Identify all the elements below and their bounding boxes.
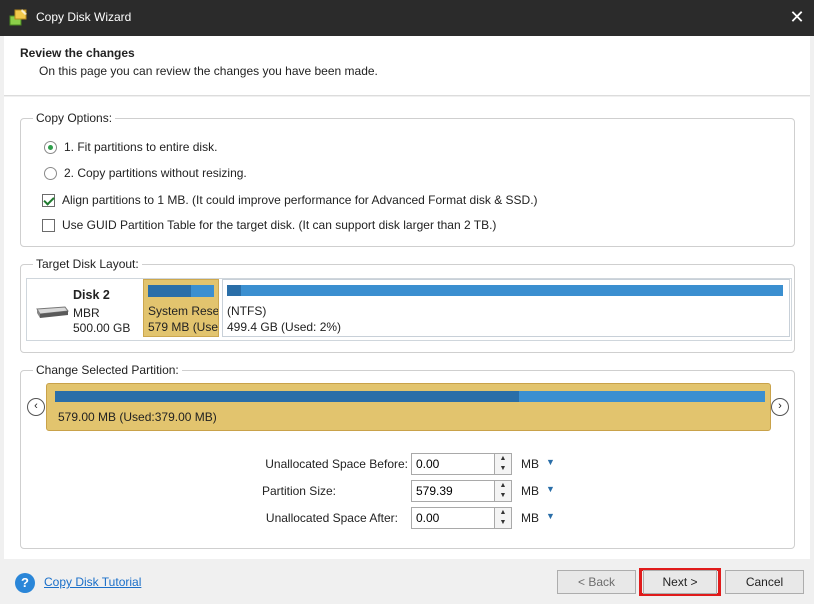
unit-label: MB: [521, 511, 539, 525]
scroll-left-button[interactable]: ‹: [27, 398, 45, 416]
partition-label: (NTFS): [227, 304, 267, 318]
partition-usage-bar: [227, 285, 783, 296]
unit-label: MB: [521, 457, 539, 471]
option-align-1mb[interactable]: Align partitions to 1 MB. (It could impr…: [42, 193, 538, 207]
unallocated-before-stepper[interactable]: ▲ ▼: [495, 453, 512, 475]
disk-size: 500.00 GB: [73, 321, 131, 335]
page-subtitle: On this page you can review the changes …: [39, 64, 378, 78]
unit-dropdown-icon[interactable]: ▼: [546, 484, 555, 494]
partition-size-input[interactable]: [411, 480, 495, 502]
partition-size-row: Partition Size: ▲ ▼ MB ▼: [4, 480, 810, 502]
partition-system-reserved[interactable]: System Rese 579 MB (Use: [143, 279, 219, 337]
unallocated-before-row: Unallocated Space Before: ▲ ▼ MB ▼: [4, 453, 810, 475]
partition-size: 499.4 GB (Used: 2%): [227, 320, 342, 334]
cancel-button[interactable]: Cancel: [725, 570, 804, 594]
back-button[interactable]: < Back: [557, 570, 636, 594]
target-disk-layout-legend: Target Disk Layout:: [36, 257, 139, 271]
chevron-right-icon: ›: [778, 400, 782, 412]
hard-disk-icon: [36, 306, 69, 318]
selected-partition-usage-bar: [55, 391, 765, 402]
no-resize-label: 2. Copy partitions without resizing.: [64, 166, 247, 180]
partition-size: 579 MB (Use: [148, 320, 219, 334]
unit-dropdown-icon[interactable]: ▼: [546, 457, 555, 467]
spin-down-icon[interactable]: ▼: [495, 464, 511, 474]
close-button[interactable]: ✕: [780, 0, 814, 36]
copy-options-legend: Copy Options:: [36, 111, 113, 125]
unallocated-before-input[interactable]: [411, 453, 495, 475]
spin-up-icon[interactable]: ▲: [495, 454, 511, 464]
align-1mb-label: Align partitions to 1 MB. (It could impr…: [62, 193, 538, 207]
content-panel: Copy Options: 1. Fit partitions to entir…: [4, 97, 810, 559]
selected-partition-resizer[interactable]: 579.00 MB (Used:379.00 MB): [46, 383, 771, 431]
window-title: Copy Disk Wizard: [36, 10, 132, 24]
no-resize-radio[interactable]: [44, 166, 57, 180]
disk-type: MBR: [73, 306, 100, 320]
unallocated-after-stepper[interactable]: ▲ ▼: [495, 507, 512, 529]
partition-label: System Rese: [148, 304, 219, 318]
spin-up-icon[interactable]: ▲: [495, 481, 511, 491]
page-title: Review the changes: [20, 46, 135, 60]
target-disk-map: Disk 2 MBR 500.00 GB System Rese 579 MB …: [26, 278, 792, 341]
spin-up-icon[interactable]: ▲: [495, 508, 511, 518]
change-partition-legend: Change Selected Partition:: [36, 363, 179, 377]
spin-down-icon[interactable]: ▼: [495, 518, 511, 528]
help-icon[interactable]: ?: [15, 573, 35, 593]
copy-disk-tutorial-link[interactable]: Copy Disk Tutorial: [44, 575, 141, 589]
title-bar: Copy Disk Wizard ✕: [0, 0, 814, 36]
option-gpt[interactable]: Use GUID Partition Table for the target …: [42, 218, 496, 232]
spin-down-icon[interactable]: ▼: [495, 491, 511, 501]
app-icon: [9, 9, 27, 26]
fit-partitions-label: 1. Fit partitions to entire disk.: [64, 140, 218, 154]
page-header: Review the changes On this page you can …: [4, 36, 810, 96]
gpt-label: Use GUID Partition Table for the target …: [62, 218, 497, 232]
fit-partitions-radio[interactable]: [44, 140, 57, 154]
chevron-left-icon: ‹: [34, 400, 38, 412]
unallocated-before-label: Unallocated Space Before:: [265, 457, 408, 471]
next-highlight: Next >: [639, 568, 721, 596]
unallocated-after-row: Unallocated Space After: ▲ ▼ MB ▼: [4, 507, 810, 529]
scroll-right-button[interactable]: ›: [771, 398, 789, 416]
unit-label: MB: [521, 484, 539, 498]
close-icon: ✕: [789, 7, 805, 27]
footer-bar: ? Copy Disk Tutorial < Back Next > Cance…: [0, 559, 814, 604]
partition-size-label: Partition Size:: [261, 484, 336, 498]
partition-usage-bar: [148, 285, 214, 297]
partition-ntfs[interactable]: (NTFS) 499.4 GB (Used: 2%): [222, 279, 790, 337]
gpt-checkbox[interactable]: [42, 218, 55, 232]
unallocated-after-label: Unallocated Space After:: [265, 511, 398, 525]
disk-name: Disk 2: [73, 288, 110, 302]
align-1mb-checkbox[interactable]: [42, 193, 55, 207]
option-no-resize[interactable]: 2. Copy partitions without resizing.: [44, 166, 247, 180]
selected-partition-label: 579.00 MB (Used:379.00 MB): [58, 410, 217, 424]
next-button[interactable]: Next >: [643, 570, 717, 594]
unit-dropdown-icon[interactable]: ▼: [546, 511, 555, 521]
partition-size-stepper[interactable]: ▲ ▼: [495, 480, 512, 502]
unallocated-after-input[interactable]: [411, 507, 495, 529]
option-fit-partitions[interactable]: 1. Fit partitions to entire disk.: [44, 140, 217, 154]
